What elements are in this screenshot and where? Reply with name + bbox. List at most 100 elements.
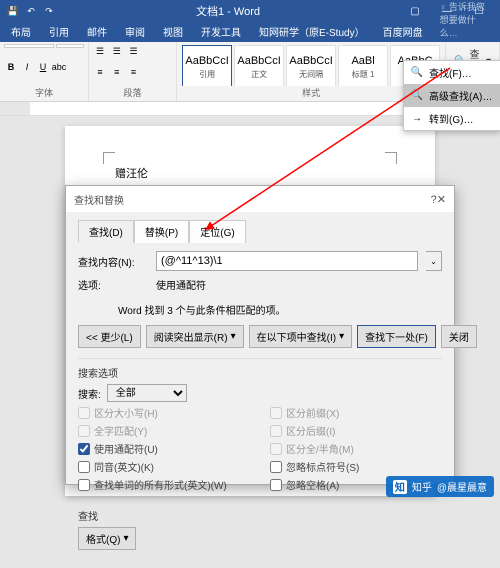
undo-icon[interactable]: ↶ [24,4,38,18]
option-checkbox [270,425,282,437]
redo-icon[interactable]: ↷ [42,4,56,18]
find-next-button[interactable]: 查找下一处(F) [357,325,436,348]
quick-access-toolbar: 💾 ↶ ↷ [6,4,56,18]
find-format-section: 查找 格式(Q) ▾ [78,501,442,550]
search-direction-label: 搜索: [78,386,101,401]
dialog-buttons: << 更少(L) 阅读突出显示(R) ▾ 在以下项中查找(I) ▾ 查找下一处(… [78,325,442,348]
find-dropdown: 🔍查找(F)… 🔍高级查找(A)… →转到(G)… [403,60,500,131]
checkbox-row: 区分前缀(X) [270,405,442,420]
less-button[interactable]: << 更少(L) [78,325,141,348]
options-value: 使用通配符 [156,277,206,292]
find-section-label: 查找 [78,508,442,523]
find-content-label: 查找内容(N): [78,254,148,269]
checkbox-row: 同音(英文)(K) [78,459,250,474]
checkbox-label: 区分后缀(I) [286,423,335,438]
search-icon: 🔍 [410,66,424,80]
tab-layout[interactable]: 布局 [2,21,40,42]
search-icon: 🔍 [410,89,424,103]
find-content-input[interactable] [156,251,418,271]
paragraph-group: ☰ ☰ ☰ ≡ ≡ ≡ 段落 [89,42,177,101]
style-item[interactable]: AaBbCcI引用 [182,45,232,86]
goto-menu-item[interactable]: →转到(G)… [404,107,500,130]
tab-mailings[interactable]: 邮件 [78,21,116,42]
find-replace-dialog: 查找和替换 ?✕ 查找(D) 替换(P) 定位(G) 查找内容(N): ⌄ 选项… [65,185,455,485]
margin-marker [103,152,115,164]
checkbox-row: 使用通配符(U) [78,441,250,456]
checkbox-row: 查找单词的所有形式(英文)(W) [78,477,250,492]
margin-marker [385,152,397,164]
bold-icon[interactable]: B [4,60,18,74]
search-options: 搜索选项 搜索: 全部 区分大小写(H)全字匹配(Y)使用通配符(U)同音(英文… [78,358,442,495]
align-center-icon[interactable]: ≡ [110,65,124,79]
close-button[interactable]: 关闭 [441,325,477,348]
underline-icon[interactable]: U [36,60,50,74]
tab-estudy[interactable]: 知网研学（原E-Study） [250,21,374,42]
title-bar: 💾 ↶ ↷ 文档1 - Word ▢ — ☐ [0,0,500,22]
checkbox-row: 全字匹配(Y) [78,423,250,438]
checkbox-label: 全字匹配(Y) [94,423,147,438]
option-checkbox [78,407,90,419]
arrow-right-icon: → [410,112,424,126]
close-icon[interactable]: ✕ [437,194,446,206]
dialog-title: 查找和替换 [74,192,124,207]
result-message: Word 找到 3 个与此条件相匹配的项。 [118,302,442,317]
dialog-tabs: 查找(D) 替换(P) 定位(G) [78,220,442,243]
checkbox-label: 区分大小写(H) [94,405,158,420]
checkbox-label: 区分前缀(X) [286,405,339,420]
checkbox-label: 同音(英文)(K) [94,459,154,474]
option-checkbox [270,443,282,455]
option-checkbox [78,425,90,437]
font-family-select[interactable] [4,44,54,48]
font-group-label: 字体 [4,86,84,99]
ribbon-tabs: 布局 引用 邮件 审阅 视图 开发工具 知网研学（原E-Study） 百度网盘 … [0,22,500,42]
italic-icon[interactable]: I [20,60,34,74]
advanced-find-menu-item[interactable]: 🔍高级查找(A)… [404,84,500,107]
tab-find[interactable]: 查找(D) [78,220,134,243]
find-in-button[interactable]: 在以下项中查找(I) ▾ [249,325,352,348]
tab-baidu[interactable]: 百度网盘 [374,21,432,42]
numbering-icon[interactable]: ☰ [110,44,124,58]
tell-me[interactable]: ♀ 告诉我您想要做什么… [432,0,498,42]
search-direction-select[interactable]: 全部 [107,384,187,402]
align-left-icon[interactable]: ≡ [93,65,107,79]
dropdown-arrow-icon[interactable]: ⌄ [426,251,442,271]
checkbox-row: 区分大小写(H) [78,405,250,420]
tab-goto[interactable]: 定位(G) [189,220,245,243]
option-checkbox [270,407,282,419]
option-checkbox[interactable] [270,461,282,473]
save-icon[interactable]: 💾 [6,4,20,18]
style-item[interactable]: AaBbCcI无间隔 [286,45,336,86]
tab-view[interactable]: 视图 [154,21,192,42]
option-checkbox[interactable] [270,479,282,491]
style-item[interactable]: AaBl标题 1 [338,45,388,86]
multilevel-icon[interactable]: ☰ [127,44,141,58]
highlight-button[interactable]: 阅读突出显示(R) ▾ [146,325,244,348]
tab-references[interactable]: 引用 [40,21,78,42]
checkbox-row: 忽略标点符号(S) [270,459,442,474]
watermark: 知 知乎 @晨星晨意 [386,476,494,497]
tab-replace[interactable]: 替换(P) [134,220,189,243]
format-button[interactable]: 格式(Q) ▾ [78,527,136,550]
strike-icon[interactable]: abc [52,60,66,74]
checkbox-label: 查找单词的所有形式(英文)(W) [94,477,227,492]
bullets-icon[interactable]: ☰ [93,44,107,58]
window-title: 文档1 - Word [56,3,400,19]
dialog-titlebar[interactable]: 查找和替换 ?✕ [66,186,454,212]
style-item[interactable]: AaBbCcI正文 [234,45,284,86]
option-checkbox[interactable] [78,443,90,455]
font-size-select[interactable] [56,44,84,48]
align-right-icon[interactable]: ≡ [127,65,141,79]
tab-review[interactable]: 审阅 [116,21,154,42]
zhihu-logo-icon: 知 [393,480,407,494]
doc-line[interactable]: 赠汪伦 [115,166,385,184]
options-label: 选项: [78,277,148,292]
tab-developer[interactable]: 开发工具 [192,21,250,42]
option-checkbox[interactable] [78,479,90,491]
font-group: B I U abc 字体 [0,42,89,101]
checkbox-label: 忽略空格(A) [286,477,339,492]
paragraph-group-label: 段落 [93,86,172,99]
ribbon-collapse-icon[interactable]: ▢ [400,6,430,17]
ribbon: B I U abc 字体 ☰ ☰ ☰ ≡ ≡ ≡ 段落 AaBbCcI引用 Aa… [0,42,500,102]
option-checkbox[interactable] [78,461,90,473]
find-menu-item[interactable]: 🔍查找(F)… [404,61,500,84]
